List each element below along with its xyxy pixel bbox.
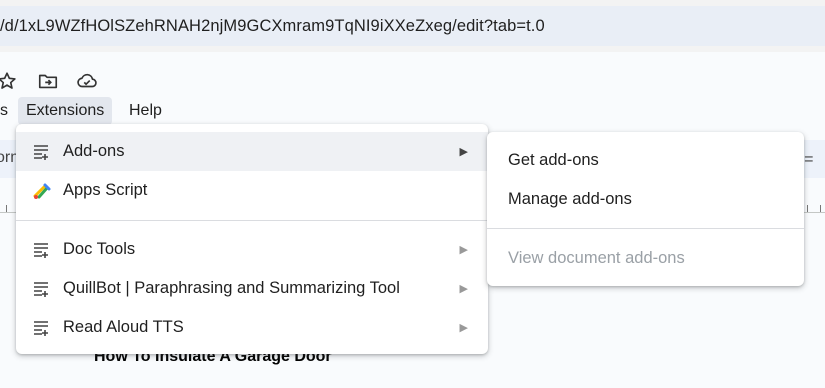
get-add-ons-item[interactable]: Get add-ons [508,151,599,170]
submenu-arrow-icon: ▶ [459,244,468,256]
menu-format-fragment[interactable]: s [0,97,8,125]
menu-item-label: Add-ons [63,142,125,160]
add-ons-icon [32,142,52,162]
menu-item-add-ons[interactable]: Add-ons ▶ [16,132,488,171]
apps-script-icon [32,181,52,201]
ruler-tick [6,205,7,212]
menu-item-doc-tools[interactable]: Doc Tools ▶ [16,230,488,269]
add-on-list-icon [32,318,52,338]
star-icon[interactable] [0,70,18,92]
manage-add-ons-item[interactable]: Manage add-ons [508,190,632,209]
move-to-folder-icon[interactable] [37,70,59,92]
address-bar[interactable]: /d/1xL9WZfHOlSZehRNAH2njM9GCXmram9TqNI9i… [0,6,825,46]
menu-item-label: Read Aloud TTS [63,318,184,336]
cloud-saved-icon[interactable] [76,70,98,92]
menu-item-quillbot[interactable]: QuillBot | Paraphrasing and Summarizing … [16,269,488,308]
submenu-arrow-icon: ▶ [459,283,468,295]
menu-item-apps-script[interactable]: Apps Script [16,171,488,210]
add-on-list-icon [32,240,52,260]
url-text[interactable]: /d/1xL9WZfHOlSZehRNAH2njM9GCXmram9TqNI9i… [0,17,545,36]
submenu-arrow-icon: ▶ [459,322,468,334]
menu-item-label: Doc Tools [63,240,136,258]
ruler-tick [807,205,808,212]
menu-item-label: QuillBot | Paraphrasing and Summarizing … [63,279,400,297]
ruler-tick [820,205,821,212]
menu-help[interactable]: Help [129,97,162,125]
menu-extensions[interactable]: Extensions [18,97,113,125]
submenu-arrow-icon: ▶ [459,146,468,158]
add-ons-submenu: Get add-ons Manage add-ons View document… [487,132,804,286]
menu-divider [16,220,488,221]
menu-item-label: Apps Script [63,181,148,199]
add-on-list-icon [32,279,52,299]
menu-item-read-aloud[interactable]: Read Aloud TTS ▶ [16,308,488,347]
extensions-menu: Add-ons ▶ Apps Script Doc Tools ▶ QuillB… [16,124,488,354]
view-document-add-ons-item: View document add-ons [508,249,685,267]
menu-divider [487,228,804,229]
